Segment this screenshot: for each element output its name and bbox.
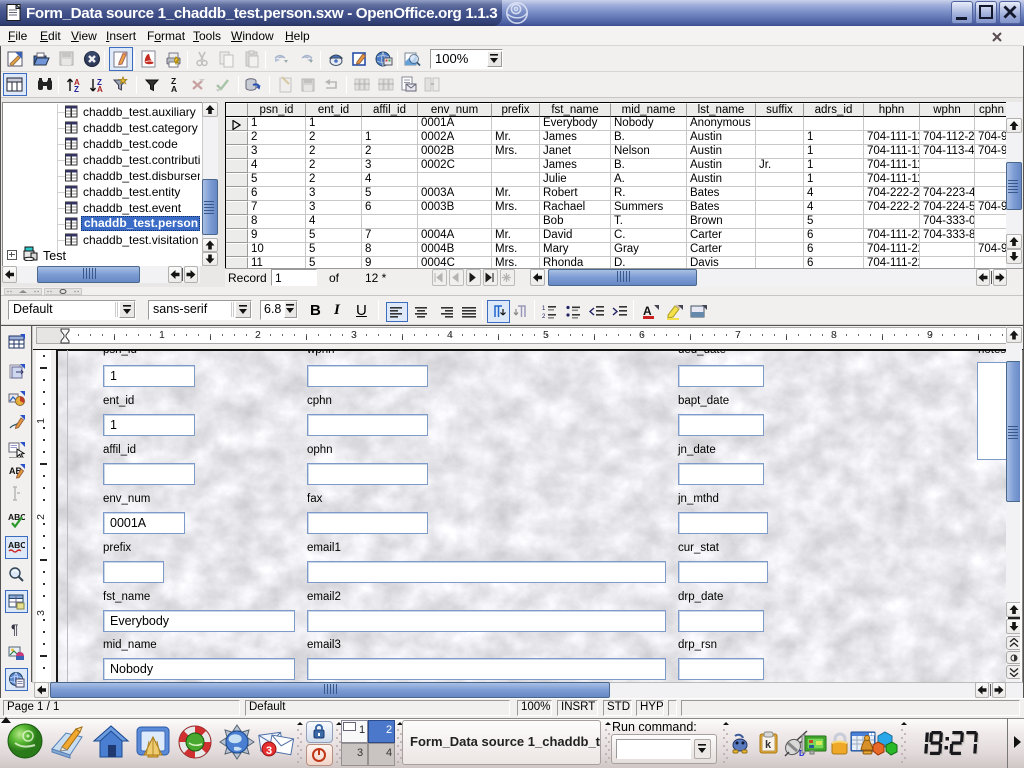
svg-text:k: k <box>765 739 772 751</box>
svg-text:A: A <box>97 85 103 93</box>
svg-text:3: 3 <box>266 745 272 757</box>
svg-text:1: 1 <box>542 306 546 312</box>
svg-text:Z: Z <box>74 85 79 93</box>
svg-text:¶: ¶ <box>11 621 19 637</box>
svg-text:ABC: ABC <box>8 540 25 550</box>
svg-text:ABC: ABC <box>8 512 25 522</box>
svg-text:A: A <box>171 84 177 93</box>
svg-text:2: 2 <box>542 314 546 320</box>
svg-text:A: A <box>643 304 652 318</box>
